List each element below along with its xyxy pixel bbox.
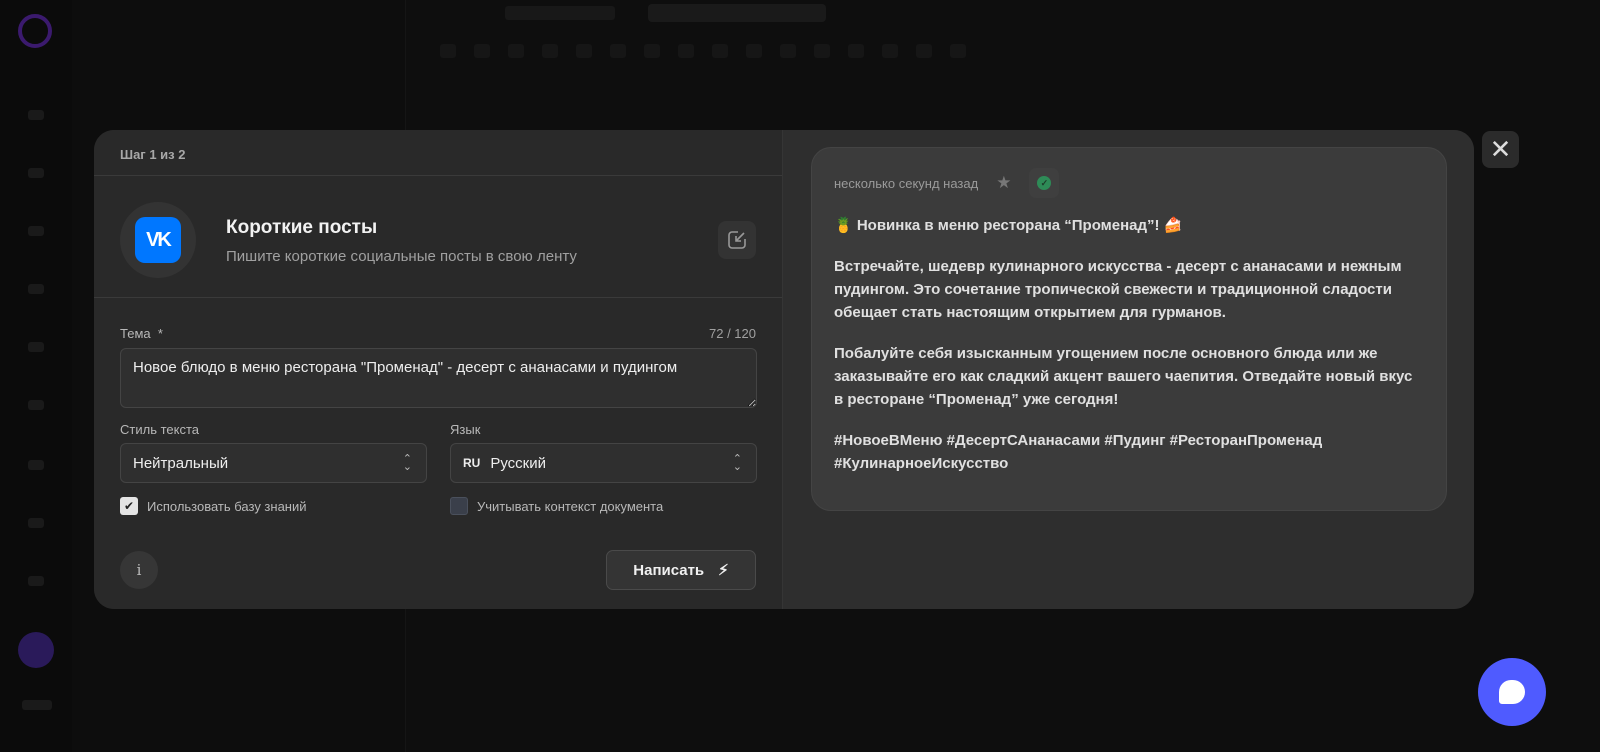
checkbox-label: Учитывать контекст документа [477,498,664,514]
editor-toolbar [440,44,1140,70]
post-paragraph: Встречайте, шедевр кулинарного искусства… [834,258,1402,321]
close-icon: ✕ [1489,134,1512,164]
step-indicator: Шаг 1 из 2 [94,130,782,176]
document-mode-placeholder [648,4,826,22]
tool-icon-wrap: VK [120,202,196,278]
avatar[interactable] [18,632,54,668]
write-label: Написать [633,561,705,579]
tool-title: Короткие посты [226,217,378,238]
result-card: несколько секунд назад ★ ✓ 🍍 Новинка в м… [811,147,1447,511]
checkbox-label: Использовать базу знаний [147,498,307,514]
result-meta: несколько секунд назад ★ ✓ [834,168,1424,198]
accept-button[interactable]: ✓ [1029,168,1060,198]
nav-icon[interactable] [28,400,44,410]
generated-post: 🍍 Новинка в меню ресторана “Променад”! 🍰… [834,214,1424,475]
tool-header: VK Короткие посты Пишите короткие социал… [94,176,782,298]
post-paragraph: 🍍 Новинка в меню ресторана “Променад”! 🍰 [834,217,1183,234]
star-icon[interactable]: ★ [996,173,1011,193]
arrow-down-left-icon [728,231,746,249]
topic-counter: 72 / 120 [709,326,756,341]
close-button[interactable]: ✕ [1482,131,1519,168]
document-context-checkbox[interactable]: Учитывать контекст документа [450,497,663,515]
chat-bubble-icon [1499,680,1525,704]
style-select[interactable]: Нейтральный ⌃ ⌄ [120,443,427,483]
checkbox-box [450,497,468,515]
timestamp: несколько секунд назад [834,175,979,191]
settings-pane: Шаг 1 из 2 VK Короткие посты Пишите коро… [94,130,783,609]
language-value: Русский [490,454,547,472]
nav-icon[interactable] [28,576,44,586]
document-title-placeholder [505,6,615,20]
vk-logo-icon: VK [135,217,181,263]
chevron-updown-icon: ⌃ ⌄ [402,453,412,473]
nav-icon[interactable] [22,700,52,710]
app-sidebar [0,0,72,752]
chat-support-button[interactable] [1478,658,1546,726]
nav-icon[interactable] [28,460,44,470]
language-code: RU [463,456,481,470]
lightning-icon: ⚡︎ [718,562,729,579]
app-logo [18,14,52,48]
check-circle-icon: ✓ [1037,176,1052,190]
post-paragraph: Побалуйте себя изысканным угощением посл… [834,345,1413,408]
result-pane: несколько секунд назад ★ ✓ 🍍 Новинка в м… [783,130,1474,609]
tool-subtitle: Пишите короткие социальные посты в свою … [226,248,577,265]
nav-icon[interactable] [28,110,44,120]
nav-icon[interactable] [28,284,44,294]
nav-icon[interactable] [28,168,44,178]
topic-label: Тема * [120,326,163,341]
nav-icon[interactable] [28,342,44,352]
knowledge-base-checkbox[interactable]: ✔ Использовать базу знаний [120,497,307,515]
check-icon: ✔ [120,497,138,515]
generation-modal: Шаг 1 из 2 VK Короткие посты Пишите коро… [94,130,1474,609]
language-select[interactable]: RU Русский ⌃ ⌄ [450,443,757,483]
collapse-button[interactable] [718,221,756,259]
style-value: Нейтральный [133,454,229,472]
style-label: Стиль текста [120,422,199,437]
nav-icon[interactable] [28,226,44,236]
topic-input[interactable]: Новое блюдо в меню ресторана "Променад" … [120,348,757,408]
nav-icon[interactable] [28,518,44,528]
write-button[interactable]: Написать ⚡︎ [606,550,756,590]
chevron-updown-icon: ⌃ ⌄ [732,453,742,473]
post-hashtags: #НовоеВМеню #ДесертСАнанасами #Пудинг #Р… [834,432,1323,472]
language-label: Язык [450,422,481,437]
info-button[interactable]: i [120,551,158,589]
